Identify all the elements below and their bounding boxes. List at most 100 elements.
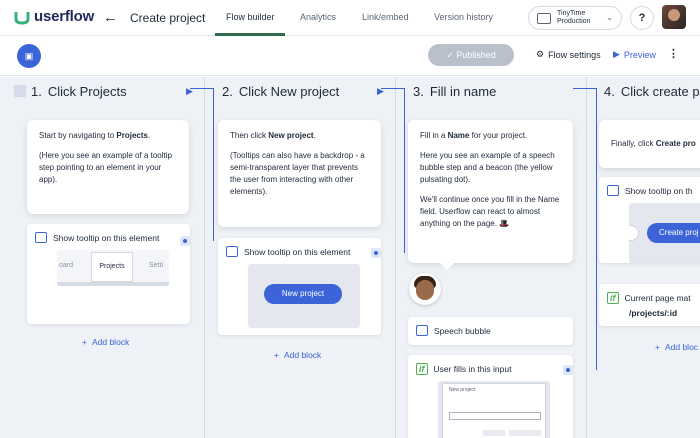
tab-analytics[interactable]: Analytics	[300, 12, 336, 22]
add-block-button[interactable]: + Add block	[82, 337, 129, 347]
step-2-tooltip-block[interactable]: Show tooltip on this element New project	[218, 238, 381, 335]
block-label: Show tooltip on this element	[244, 246, 351, 257]
step-number: 3.	[413, 84, 424, 99]
step-1-header[interactable]: 1. Click Projects	[31, 84, 127, 99]
speech-bubble-tail	[439, 255, 455, 271]
thumb-create-button	[509, 430, 541, 436]
more-options-icon[interactable]: ⋮	[668, 47, 679, 60]
top-nav: userflow ← Create project Flow builder A…	[0, 0, 700, 36]
block-header: if Current page mat	[607, 292, 691, 304]
thumb-modal: New project	[442, 383, 546, 438]
thumb-tab: Setti	[149, 262, 164, 269]
thumb-tab-bar	[57, 282, 169, 286]
tooltip-text: Here you see an example of a speech bubb…	[420, 151, 555, 184]
step-1-tooltip-block[interactable]: Show tooltip on this element oard Projec…	[27, 224, 190, 324]
add-block-button[interactable]: + Add bloc	[655, 342, 698, 352]
step-title: Click create p	[620, 84, 700, 99]
userflow-logo[interactable]: userflow	[14, 8, 94, 25]
connector-line	[190, 88, 214, 241]
condition-if-icon: if	[416, 363, 428, 375]
block-label: User fills in this input	[433, 364, 512, 374]
step-3-header[interactable]: 3. Fill in name	[413, 84, 496, 99]
step-4-tooltip-block[interactable]: Show tooltip on th Create proj	[599, 177, 700, 263]
tooltip-icon	[607, 185, 619, 196]
step-3-speech-bubble-block[interactable]: Speech bubble	[408, 317, 573, 345]
tooltip-text: Fill in a Name for your project.	[420, 130, 561, 142]
block-label: Current page mat	[624, 293, 691, 303]
tooltip-text-bold: Projects	[116, 131, 148, 140]
step-2-header[interactable]: 2. Click New project	[222, 84, 339, 99]
userflow-logo-icon	[14, 11, 30, 25]
avatar-face	[416, 280, 434, 300]
block-label: Show tooltip on th	[625, 185, 693, 196]
tooltip-text-suffix: for your project.	[469, 131, 528, 140]
block-header: Show tooltip on th	[607, 185, 693, 196]
play-icon: ▶	[613, 49, 620, 59]
logo-text: userflow	[34, 8, 95, 25]
tooltip-text: Then click New project.	[230, 130, 369, 142]
condition-value: /projects/:id	[629, 308, 678, 318]
speech-bubble-icon	[416, 325, 428, 336]
element-thumbnail: New project	[248, 264, 360, 328]
add-block-label: Add block	[283, 350, 322, 360]
preview-label: Preview	[623, 49, 656, 60]
step-number: 2.	[222, 84, 233, 99]
connector-line	[573, 88, 597, 370]
condition-if-icon: if	[607, 292, 619, 304]
company-icon	[537, 12, 551, 24]
save-icon: ▣	[24, 51, 34, 61]
step-4-condition-block[interactable]: if Current page mat /projects/:id	[599, 284, 700, 326]
preview-button[interactable]: ▶ Preview	[613, 49, 656, 60]
help-button[interactable]: ?	[630, 6, 654, 30]
company-name-line1: TinyTime	[557, 10, 586, 17]
tooltip-icon	[226, 246, 238, 257]
step-4-header[interactable]: 4. Click create p	[604, 84, 700, 99]
published-button[interactable]: ✓ Published	[428, 44, 514, 66]
thumb-create-project-button: Create proj	[647, 223, 700, 243]
step-4-tooltip-preview: Finally, click Create pro	[599, 120, 700, 168]
save-button[interactable]: ▣	[17, 44, 41, 68]
step-title: Fill in name	[429, 84, 497, 99]
speech-bubble-avatar	[409, 273, 441, 305]
tab-version-history[interactable]: Version history	[434, 12, 493, 22]
connection-port[interactable]	[371, 248, 381, 258]
tab-link-embed[interactable]: Link/embed	[362, 12, 409, 22]
tooltip-text: Finally, click Create pro	[611, 138, 700, 150]
step-3-condition-block[interactable]: if User fills in this input New project	[408, 355, 573, 438]
block-header: Show tooltip on this element	[226, 246, 350, 257]
tooltip-text-bold: Create pro	[655, 139, 696, 148]
step-1-tooltip-preview: Start by navigating to Projects. (Here y…	[27, 120, 189, 214]
tooltip-text-bold: Name	[447, 131, 470, 140]
flow-canvas: 1. Click Projects ▶ Start by navigating …	[0, 77, 700, 438]
connection-port[interactable]	[563, 365, 573, 375]
step-number: 1.	[31, 84, 42, 99]
element-thumbnail: New project	[438, 381, 550, 438]
tooltip-text: (Tooltips can also have a backdrop - a s…	[230, 151, 365, 196]
tooltip-text: (Here you see an example of a tooltip st…	[39, 151, 172, 184]
block-label: Speech bubble	[434, 325, 491, 336]
company-name: TinyTime Production	[557, 10, 590, 26]
user-avatar[interactable]	[662, 5, 686, 29]
step-title: Click Projects	[47, 84, 127, 99]
add-block-label: Add block	[91, 337, 130, 347]
connection-port[interactable]	[180, 236, 190, 246]
block-header: Show tooltip on this element	[35, 232, 159, 243]
check-icon: ✓	[446, 50, 454, 60]
step-2-tooltip-preview: Then click New project. (Tooltips can al…	[218, 120, 381, 227]
step-drag-handle[interactable]	[14, 85, 26, 97]
connector-line	[381, 88, 405, 253]
thumb-circle	[629, 225, 639, 241]
plus-icon: +	[655, 342, 660, 352]
tooltip-text-prefix: Start by navigating to	[39, 131, 117, 140]
thumb-new-project-button: New project	[264, 284, 342, 304]
flow-settings-button[interactable]: ⚙ Flow settings	[536, 49, 601, 60]
tooltip-text-suffix: .	[313, 131, 316, 140]
thumb-modal-title: New project	[449, 387, 476, 393]
tooltip-text: We'll continue once you fill in the Name…	[420, 195, 560, 228]
add-block-button[interactable]: + Add block	[274, 350, 321, 360]
tab-flow-builder[interactable]: Flow builder	[226, 12, 275, 22]
back-arrow-icon[interactable]: ←	[103, 9, 118, 26]
element-thumbnail: oard Projects Setti	[57, 250, 169, 286]
company-switcher[interactable]: TinyTime Production ⌄	[528, 6, 622, 30]
thumb-name-input	[449, 412, 541, 420]
